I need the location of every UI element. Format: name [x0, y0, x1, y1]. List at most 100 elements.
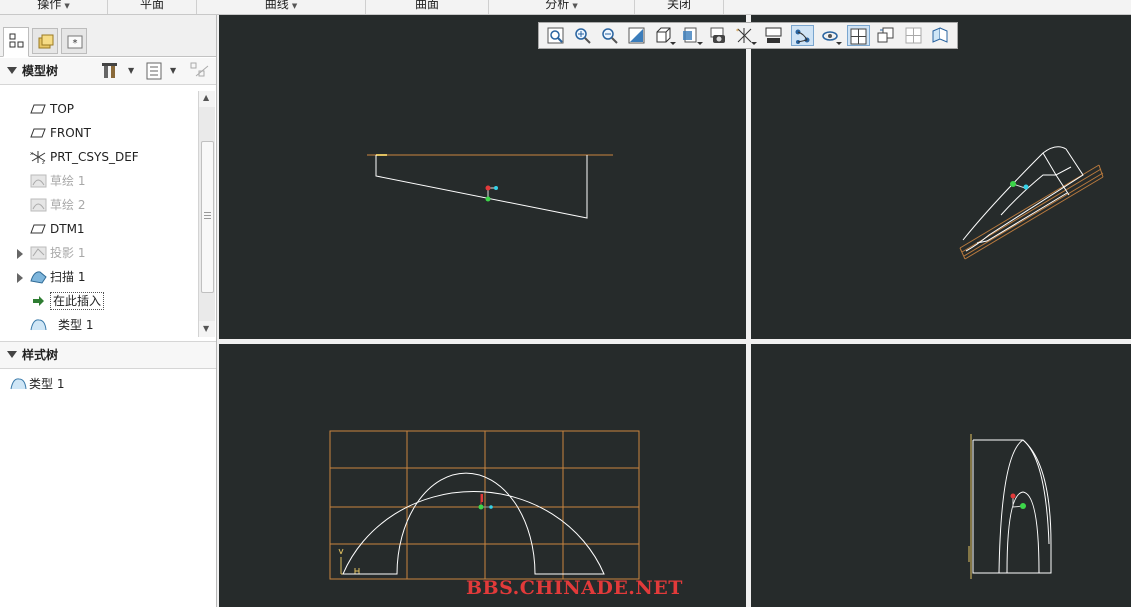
menu-analysis[interactable]: 分析 ▼: [489, 0, 635, 14]
spin-center-button[interactable]: [819, 25, 842, 46]
tree-item-insert-here[interactable]: 在此插入: [0, 289, 198, 313]
chevron-down-icon: ▼: [291, 2, 298, 10]
four-views-icon: [850, 28, 867, 45]
tree-item-sketch-2[interactable]: 草绘 2: [0, 193, 198, 217]
surface-display-icon: [932, 27, 948, 43]
view-manager-button[interactable]: [707, 25, 730, 46]
menu-close[interactable]: 关闭: [635, 0, 724, 14]
refit-icon: [547, 27, 564, 44]
repaint-button[interactable]: [626, 25, 649, 46]
chevron-down-icon: ▼: [572, 2, 578, 10]
geometry-view-side: [968, 434, 1052, 579]
model-tree-scrollbar[interactable]: ▲ ▼: [198, 91, 215, 337]
chevron-down-icon[interactable]: ▼: [128, 58, 134, 84]
tree-item-dtm1[interactable]: DTM1: [0, 217, 198, 241]
sketch-icon: [30, 198, 47, 212]
folder-browser-tab-icon: [38, 34, 54, 49]
menu-surface[interactable]: 曲面: [366, 0, 489, 14]
datum-plane-icon: [30, 128, 46, 138]
filter-icon[interactable]: [190, 62, 210, 80]
model-tree-list: TOP FRONT x z PRT_CSYS_DEF 草绘 1 草绘 2 DTM…: [0, 91, 198, 337]
menu-bar: 操作 ▼ 平面 曲线 ▼ 曲面 分析 ▼ 关闭: [0, 0, 1131, 15]
chevron-down-icon: [670, 42, 676, 45]
collapse-icon[interactable]: [7, 351, 17, 358]
zoom-out-icon: [602, 28, 618, 44]
chevron-down-icon: ▼: [64, 2, 70, 10]
geometry-view-isometric: [959, 146, 1104, 260]
chevron-down-icon: [836, 42, 842, 45]
svg-text:x: x: [30, 151, 33, 157]
chevron-down-icon: [751, 42, 757, 45]
collapse-icon[interactable]: [7, 67, 17, 74]
tree-item-top[interactable]: TOP: [0, 97, 198, 121]
tab-folder-browser[interactable]: [32, 28, 58, 54]
favorites-tab-icon: *: [67, 35, 83, 49]
expand-icon[interactable]: [17, 273, 23, 283]
svg-text:*: *: [73, 38, 78, 49]
refit-button[interactable]: [545, 25, 568, 46]
repaint-icon: [628, 27, 645, 44]
settings-tools-icon[interactable]: [102, 62, 124, 80]
tree-item-style-1[interactable]: * 类型 1: [0, 313, 198, 337]
menu-operation[interactable]: 操作 ▼: [0, 0, 108, 14]
surface-display-button[interactable]: [929, 25, 952, 46]
insert-here-arrow-icon: [33, 296, 44, 306]
saved-orientations-button[interactable]: [680, 25, 703, 46]
viewport-top-left[interactable]: [219, 15, 746, 339]
csys-origin-marker: [481, 494, 483, 502]
chevron-down-icon: [697, 42, 703, 45]
svg-text:*: *: [736, 28, 739, 35]
viewport-bottom-left[interactable]: [219, 344, 746, 607]
viewport-top-right[interactable]: [751, 15, 1131, 339]
view-toolbar: *: [538, 22, 958, 49]
style-tree-header[interactable]: 样式树: [0, 341, 216, 369]
tree-item-sweep-1[interactable]: 扫描 1: [0, 265, 198, 289]
watermark-text: BBS.CHINADE.NET: [466, 577, 683, 599]
menu-curve[interactable]: 曲线 ▼: [197, 0, 366, 14]
scroll-thumb[interactable]: [201, 141, 214, 293]
svg-text:z: z: [42, 160, 45, 165]
model-tree-tab-icon: [9, 33, 24, 48]
tree-item-prt-csys-def[interactable]: x z PRT_CSYS_DEF: [0, 145, 198, 169]
expand-icon[interactable]: [17, 249, 23, 259]
active-view-icon: [877, 27, 894, 43]
display-style-button[interactable]: [653, 25, 676, 46]
tree-item-sketch-1[interactable]: 草绘 1: [0, 169, 198, 193]
zoom-in-icon: [575, 28, 591, 44]
navigator-panel: * 模型树 ▼ ▼ TOP FRONT x z PRT_CSYS_DEF 草绘 …: [0, 15, 217, 607]
curve-display-button[interactable]: [763, 25, 786, 46]
grid-display-icon: [905, 27, 922, 44]
view-manager-icon: [710, 27, 725, 43]
coordinate-system-icon: x z: [30, 151, 46, 165]
tree-item-projection-1[interactable]: 投影 1: [0, 241, 198, 265]
tab-favorites[interactable]: *: [61, 28, 87, 54]
grid-display-button[interactable]: [903, 25, 926, 46]
datum-plane-icon: [30, 224, 46, 234]
viewport-bottom-right[interactable]: [751, 344, 1131, 607]
curve-display-icon: [765, 27, 782, 43]
curve-points-button[interactable]: [791, 25, 814, 46]
show-options-icon[interactable]: [146, 62, 164, 80]
tab-model-tree[interactable]: [3, 27, 29, 57]
zoom-in-button[interactable]: [572, 25, 595, 46]
geometry-view-top: [367, 154, 613, 219]
curve-points-icon: [795, 29, 810, 44]
model-tree-header[interactable]: 模型树 ▼ ▼: [0, 58, 216, 85]
scroll-up-button[interactable]: ▲: [199, 91, 215, 107]
projection-icon: [30, 246, 47, 260]
datum-display-button[interactable]: *: [734, 25, 757, 46]
chevron-down-icon[interactable]: ▼: [170, 58, 176, 84]
four-views-button[interactable]: [847, 25, 870, 46]
style-feature-icon: [10, 378, 27, 390]
navigator-tabs: *: [0, 15, 216, 57]
sketch-icon: [30, 174, 47, 188]
zoom-out-button[interactable]: [599, 25, 622, 46]
datum-plane-icon: [30, 104, 46, 114]
menu-plane[interactable]: 平面: [108, 0, 197, 14]
sweep-icon: [30, 271, 47, 284]
style-feature-icon: *: [30, 319, 47, 331]
geometry-view-front: [329, 430, 640, 580]
tree-item-front[interactable]: FRONT: [0, 121, 198, 145]
active-view-button[interactable]: [875, 25, 898, 46]
scroll-down-button[interactable]: ▼: [199, 321, 215, 337]
